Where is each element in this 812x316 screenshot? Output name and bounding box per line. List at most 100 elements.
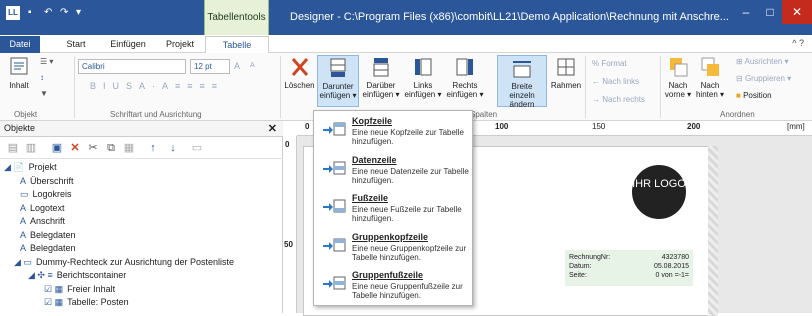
separator [660,56,661,118]
window-title: Designer - C:\Program Files (x86)\combit… [290,11,729,23]
rechts-einfuegen-button[interactable]: Rechts einfügen ▾ [445,55,485,107]
insert-row-option[interactable]: Gruppenkopfzeile Eine neue Gruppenkopfzei… [314,230,474,268]
tree-item[interactable]: ◢ ✣ ≡ Berichtscontainer [0,269,283,282]
insert-row-option[interactable]: Datenzeile Eine neue Datenzeile zur Tabel… [314,153,474,191]
links-einfuegen-button[interactable]: Links einfügen ▾ [403,55,443,107]
insert-row-icon [323,199,346,213]
format-icon[interactable]: ☰ ▾ [40,57,53,66]
tab-datei[interactable]: Datei [0,36,40,53]
darueber-einfuegen-button[interactable]: Darüber einfügen ▾ [361,55,401,107]
ausrichten-button[interactable]: ⊞ Ausrichten ▾ [736,57,789,66]
font-style-buttons[interactable]: BIUSA·A≡≡≡≡ [90,81,224,91]
rahmen-button[interactable]: Rahmen [550,55,582,107]
restore-button[interactable]: □ [758,0,782,24]
insert-row-option[interactable]: Kopfzeile Eine neue Kopfzeile zur Tabelle… [314,114,474,152]
ausrichten-label: Ausrichten ▾ [744,57,789,66]
format-button[interactable]: % Format [592,59,627,68]
sort-icon[interactable]: ↕ [40,73,44,82]
insert-below-icon [330,58,346,77]
ruler-mark: 50 [284,240,293,249]
font-size-combo[interactable]: 12 pt [190,59,230,74]
invoice-meta-box[interactable]: RechnungNr: 4323780 Datum: 05.08.2015 Se… [565,250,693,286]
darunter-einfuegen-button[interactable]: Darunter einfügen ▾ [317,55,359,107]
tree-item-label: Logokreis [32,189,72,199]
separator [280,56,281,118]
tree-item[interactable]: A Logotext [0,202,283,215]
tab-tabelle[interactable]: Tabelle [205,36,269,53]
tab-start[interactable]: Start [58,36,94,53]
objects-panel-close-button[interactable]: ✕ [268,122,277,135]
insert-row-option[interactable]: Fußzeile Eine neue Fußzeile zur Tabelle h… [314,191,474,229]
ruler-mark: 0 [305,122,310,131]
paste-icon[interactable]: ▦ [122,141,136,155]
separator [74,56,75,118]
app-icon[interactable]: LL [6,6,20,20]
meta-value: 05.08.2015 [653,263,689,270]
ruler-mark: 0 [285,140,290,149]
insert-above-icon [373,58,389,77]
properties-icon[interactable]: ▣ [50,141,64,155]
tree-item[interactable]: A Überschrift [0,175,283,188]
tree-item[interactable]: ☑ ▦ Tabelle: Posten [0,296,283,309]
insert-row-icon [323,161,346,174]
tree-item[interactable]: ◢ 📄 Projekt [0,161,283,174]
meta-label: Seite: [569,272,587,279]
customize-toolbar-icon[interactable]: ▾ [76,6,81,20]
move-down-icon[interactable]: ↓ [166,141,180,155]
nach-rechts-button[interactable]: → Nach rechts [592,95,645,104]
redo-icon[interactable]: ↷ [60,6,68,20]
tree-item-icon: A [20,229,27,240]
position-button[interactable]: ■ Position [736,91,772,100]
tree-item-icon: ▭ [20,189,29,199]
grow-font-icon[interactable]: A [234,61,240,71]
tree-item-icon: ◢ 📄 [4,162,25,172]
move-up-icon[interactable]: ↑ [146,141,160,155]
loeschen-button[interactable]: Löschen [283,55,316,107]
group-title-anordnen: Anordnen [720,110,755,119]
nach-hinten-button[interactable]: Nach hinten ▾ [695,55,725,107]
insert-row-option-title: Fußzeile [352,193,389,203]
insert-row-option-title: Datenzeile [352,154,397,165]
context-tab-group-label: Tabellentools [207,12,266,23]
rahmen-label: Rahmen [550,81,582,90]
list-view-icon[interactable]: ▥ [24,141,38,155]
nach-links-button[interactable]: ← Nach links [592,77,639,86]
separator [585,56,586,118]
tree-item[interactable]: ☑ ▦ Freier Inhalt [0,283,283,296]
logo-circle[interactable]: IHR LOGO [632,165,686,219]
ribbon-collapse-help[interactable]: ^ ? [792,38,804,48]
group-title-font: Schriftart und Ausrichtung [110,110,202,119]
darunter-label: Darunter einfügen ▾ [319,82,357,100]
copy-icon[interactable]: ⧉ [104,141,118,155]
tree-item[interactable]: A Belegdaten [0,242,283,255]
column-width-icon [513,61,531,78]
font-name-combo[interactable]: Calibri [78,59,186,74]
tab-einfuegen[interactable]: Einfügen [100,36,156,53]
insert-row-option-title: Kopfzeile [352,116,393,126]
tree-item[interactable]: A Belegdaten [0,229,283,242]
gruppieren-label: Gruppieren ▾ [744,74,792,83]
cut-icon[interactable]: ✂ [86,141,100,155]
layer-icon[interactable]: ▭ [190,141,204,155]
tree-item[interactable]: A Anschrift [0,215,283,228]
format-label: Format [601,59,627,68]
shrink-font-icon[interactable]: A [250,62,255,69]
gruppieren-button[interactable]: ⊟ Gruppieren ▾ [736,74,791,83]
tab-projekt[interactable]: Projekt [158,36,202,53]
tree-item[interactable]: ◢ ▭ Dummy-Rechteck zur Ausrichtung der Po… [0,256,283,269]
delete-object-icon[interactable]: ✕ [68,141,82,155]
undo-icon[interactable]: ↶ [44,6,52,20]
minimize-button[interactable]: – [734,0,758,24]
insert-row-option[interactable]: Gruppenfußzeile Eine neue Gruppenfußzeile… [314,268,474,306]
links-label: Links einfügen ▾ [404,81,442,99]
filter-icon[interactable]: ▼ [40,89,48,98]
tree-item[interactable]: ▭ Logokreis [0,188,283,201]
inhalt-button[interactable]: Inhalt [4,55,34,107]
nach-vorne-button[interactable]: Nach vorne ▾ [663,55,693,107]
close-button[interactable]: ✕ [782,0,812,24]
tree-view-icon[interactable]: ▤ [6,141,20,155]
tree-item-icon: ☑ ▦ [44,297,64,307]
group-title-objekt: Objekt [14,110,38,119]
breite-einzeln-aendern-button[interactable]: Breite einzeln ändern [497,55,547,109]
save-icon[interactable]: ▪ [28,6,32,20]
